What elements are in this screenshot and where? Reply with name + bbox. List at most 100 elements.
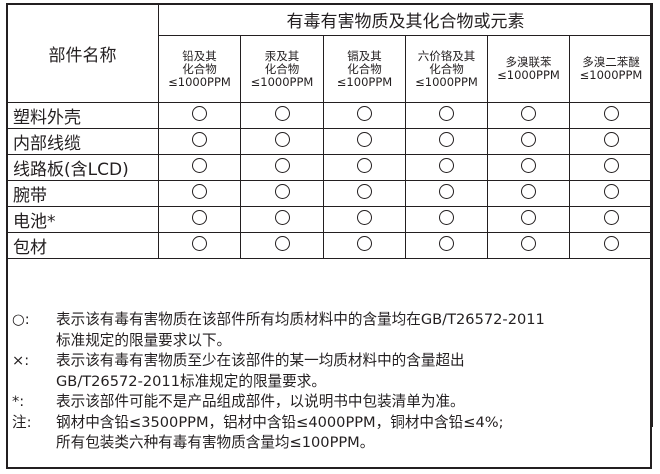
circle-mark	[603, 210, 619, 225]
circle-mark	[357, 236, 372, 251]
circle-mark	[603, 132, 619, 147]
circle-mark	[357, 184, 372, 199]
compliance-cell	[568, 206, 654, 233]
circle-mark	[521, 158, 536, 173]
note-star-mark: *:	[12, 393, 25, 410]
compliance-cell	[240, 154, 324, 181]
circle-mark	[357, 132, 372, 147]
compliance-cell	[240, 232, 324, 259]
circle-mark	[192, 210, 207, 225]
compliance-cell	[405, 180, 488, 207]
table-row: 塑料外壳	[6, 102, 654, 129]
circle-mark	[357, 210, 372, 225]
circle-mark	[357, 158, 372, 173]
note-cross-text: 表示该有毒有害物质至少在该部件的某一均质材料中的含量超出	[56, 352, 465, 369]
circle-mark	[439, 106, 454, 121]
circle-mark	[192, 106, 207, 121]
part-name-cell: 腕带	[6, 180, 159, 207]
header-row-top: 部件名称 有毒有害物质及其化合物或元素	[6, 3, 654, 103]
circle-mark	[274, 158, 290, 173]
circle-mark	[192, 132, 207, 147]
circle-mark	[603, 236, 619, 251]
circle-mark	[274, 106, 290, 121]
compliance-cell	[323, 180, 406, 207]
part-name-cell: 内部线缆	[6, 128, 159, 155]
note-cross: ×: 表示该有毒有害物质至少在该部件的某一均质材料中的含量超出	[12, 351, 648, 372]
circle-mark	[192, 236, 207, 251]
compliance-cell	[158, 180, 241, 207]
compliance-cell	[568, 180, 654, 207]
part-name-header: 部件名称	[6, 3, 159, 103]
circle-mark	[274, 184, 290, 199]
substance-header: 六价铬及其 化合物 ≤1000PPM	[405, 35, 488, 103]
substance-header: 多溴联苯 ≤1000PPM	[487, 35, 570, 103]
compliance-cell	[487, 180, 570, 207]
circle-mark	[521, 184, 536, 199]
circle-mark	[439, 236, 454, 251]
circle-mark	[274, 132, 290, 147]
compliance-cell	[487, 154, 570, 181]
part-rows: 塑料外壳 内部线缆 线路板(含LCD) 腕带 电池* 包材	[6, 102, 654, 259]
compliance-cell	[568, 128, 654, 155]
table-row: 包材	[6, 232, 654, 259]
note-circle-text: 表示该有毒有害物质在该部件所有均质材料中的含量均在GB/T26572-2011	[56, 311, 545, 328]
substance-header: 镉及其 化合物 ≤100PPM	[323, 35, 406, 103]
compliance-cell	[323, 232, 406, 259]
substance-header: 多溴二苯醚 ≤1000PPM	[568, 35, 654, 103]
circle-mark	[521, 106, 536, 121]
note-star-text: 表示该部件可能不是产品组成部件，以说明书中包装清单为准。	[56, 393, 465, 410]
compliance-cell	[240, 102, 324, 129]
circle-mark	[439, 132, 454, 147]
note-remark-mark: 注:	[12, 413, 32, 431]
note-remark-text-2: 所有包装类六种有毒有害物质含量均≤100PPM。	[56, 434, 375, 451]
note-remark-text: 钢材中含铅≤3500PPM，铝材中含铅≤4000PPM，铜材中含铅≤4%;	[56, 413, 504, 431]
compliance-cell	[158, 102, 241, 129]
table-row: 电池*	[6, 206, 654, 233]
note-circle-mark: ○:	[12, 311, 30, 328]
compliance-cell	[323, 154, 406, 181]
compliance-cell	[323, 128, 406, 155]
note-circle-text-2: 标准规定的限量要求以下。	[56, 331, 232, 349]
part-name-cell: 电池*	[6, 206, 159, 233]
substance-header: 铅及其 化合物 ≤1000PPM	[158, 35, 241, 103]
note-circle: ○: 表示该有毒有害物质在该部件所有均质材料中的含量均在GB/T26572-20…	[12, 310, 648, 331]
circle-mark	[439, 210, 454, 225]
compliance-cell	[158, 128, 241, 155]
note-star: *: 表示该部件可能不是产品组成部件，以说明书中包装清单为准。	[12, 392, 648, 413]
note-cross-mark: ×:	[12, 352, 30, 369]
circle-mark	[192, 158, 207, 173]
circle-mark	[603, 184, 619, 199]
circle-mark	[274, 210, 290, 225]
compliance-cell	[158, 154, 241, 181]
circle-mark	[439, 158, 454, 173]
circle-mark	[603, 106, 619, 121]
part-name-cell: 塑料外壳	[6, 102, 159, 129]
part-name-cell: 包材	[6, 232, 159, 259]
table-row: 腕带	[6, 180, 654, 207]
circle-mark	[192, 184, 207, 199]
table-row: 线路板(含LCD)	[6, 154, 654, 181]
compliance-cell	[487, 102, 570, 129]
compliance-cell	[487, 232, 570, 259]
part-name-cell: 线路板(含LCD)	[6, 154, 159, 181]
compliance-cell	[405, 102, 488, 129]
circle-mark	[357, 106, 372, 121]
compliance-cell	[405, 154, 488, 181]
substance-group-header: 有毒有害物质及其化合物或元素	[157, 3, 654, 36]
circle-mark	[521, 236, 536, 251]
compliance-cell	[487, 206, 570, 233]
circle-mark	[603, 158, 619, 173]
circle-mark	[439, 184, 454, 199]
substance-header: 汞及其 化合物 ≤1000PPM	[240, 35, 324, 103]
compliance-cell	[158, 206, 241, 233]
notes-section: ○: 表示该有毒有害物质在该部件所有均质材料中的含量均在GB/T26572-20…	[12, 310, 648, 454]
compliance-cell	[158, 232, 241, 259]
compliance-cell	[568, 154, 654, 181]
compliance-cell	[240, 206, 324, 233]
compliance-cell	[405, 206, 488, 233]
compliance-cell	[568, 232, 654, 259]
note-cross-text-2: GB/T26572-2011标准规定的限量要求。	[56, 372, 326, 390]
compliance-cell	[568, 102, 654, 129]
circle-mark	[521, 132, 536, 147]
compliance-cell	[405, 128, 488, 155]
